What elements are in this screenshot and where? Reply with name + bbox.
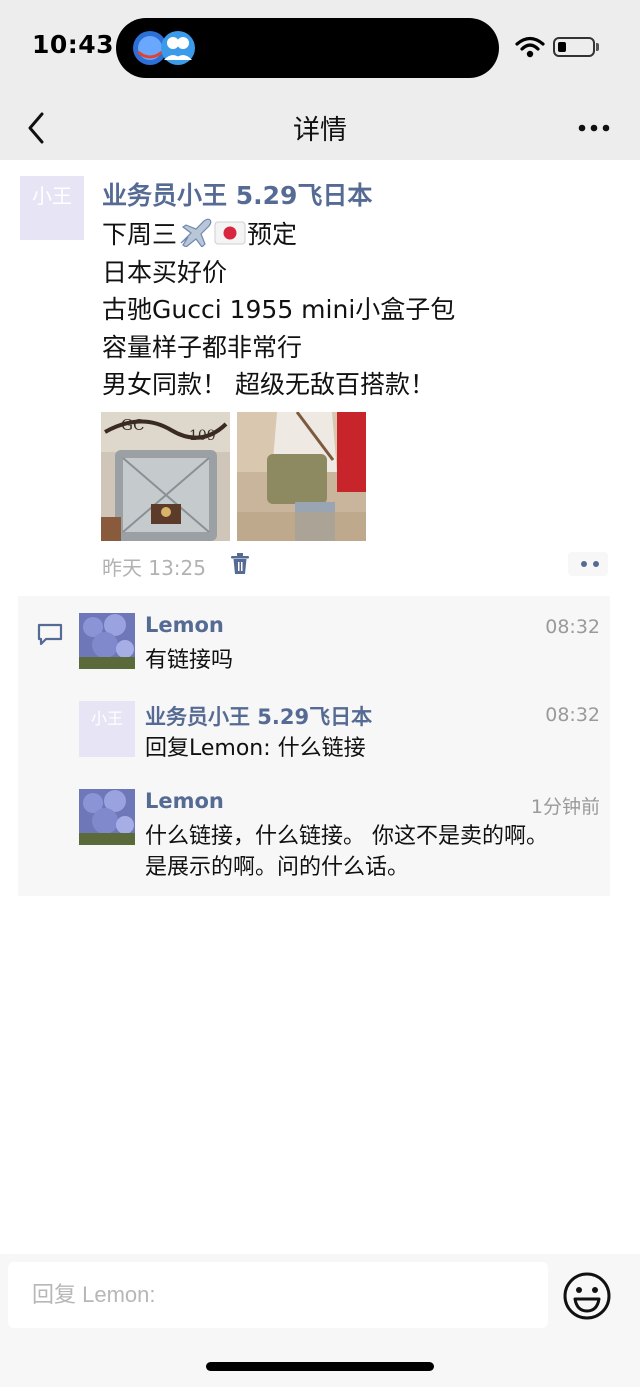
post-line-1-after: 预定 [247,220,298,249]
comment-3-avatar[interactable] [79,789,135,845]
battery-tip [596,43,599,51]
chevron-left-icon[interactable] [22,108,52,148]
comment-bubble-icon [37,623,63,646]
comment-3-time: 1分钟前 [530,796,600,818]
comment-1-text[interactable]: 有链接吗 [145,645,233,676]
post-image-1[interactable]: GC 109 [101,412,230,541]
comment-3-text-line-1[interactable]: 什么链接，什么链接。 你这不是卖的啊。 [145,821,548,852]
status-bar: 10:43 [0,0,640,96]
reply-input[interactable] [8,1262,548,1328]
comment-2-avatar[interactable]: 小王 [79,701,135,757]
comment-2-text[interactable]: 回复Lemon: 什么链接 [145,733,366,764]
comment-1-avatar[interactable] [79,613,135,669]
post-timestamp: 昨天 13:25 [102,556,206,580]
page-title: 详情 [293,115,347,146]
wifi-icon [515,36,545,58]
home-indicator [206,1362,434,1371]
status-time: 10:43 [32,30,115,59]
post-author-avatar[interactable]: 小王 [20,176,84,240]
more-dots-icon[interactable] [574,110,614,146]
japan-flag-emoji [214,221,246,245]
svg-text:GC: GC [121,416,144,434]
post-line-5: 男女同款！ 超级无敌百搭款！ [102,370,435,399]
post-line-4: 容量样子都非常行 [102,332,303,362]
airplane-emoji [180,218,212,247]
comment-1-author[interactable]: Lemon [145,613,224,637]
post-line-3: 古驰Gucci 1955 mini小盒子包 [102,295,456,324]
trash-icon[interactable] [230,552,250,576]
comment-3-author[interactable]: Lemon [145,789,224,813]
battery-icon [553,37,595,57]
post-body: 下周三 预定 日本买好价 古驰Gucci 1955 mini小盒子包 容量样子都… [102,216,455,404]
post-author-name[interactable]: 业务员小王 5.29飞日本 [102,176,372,212]
comment-1-time: 08:32 [545,616,600,638]
app-activity-icon [133,31,195,65]
post-line-1-before: 下周三 [102,220,178,249]
nav-bar: 详情 [0,96,640,160]
emoji-face-icon[interactable] [562,1271,612,1321]
comment-2-author[interactable]: 业务员小王 5.29飞日本 [145,701,372,731]
comment-3-text-line-2[interactable]: 是展示的啊。问的什么话。 [145,852,409,883]
comment-toggle-button[interactable] [568,552,608,576]
post-image-2[interactable] [237,412,366,541]
dynamic-island [116,18,499,78]
comment-2-time: 08:32 [545,704,600,726]
svg-text:109: 109 [189,428,216,444]
post-line-2: 日本买好价 [102,257,228,287]
post-line-1: 下周三 预定 [102,216,455,254]
